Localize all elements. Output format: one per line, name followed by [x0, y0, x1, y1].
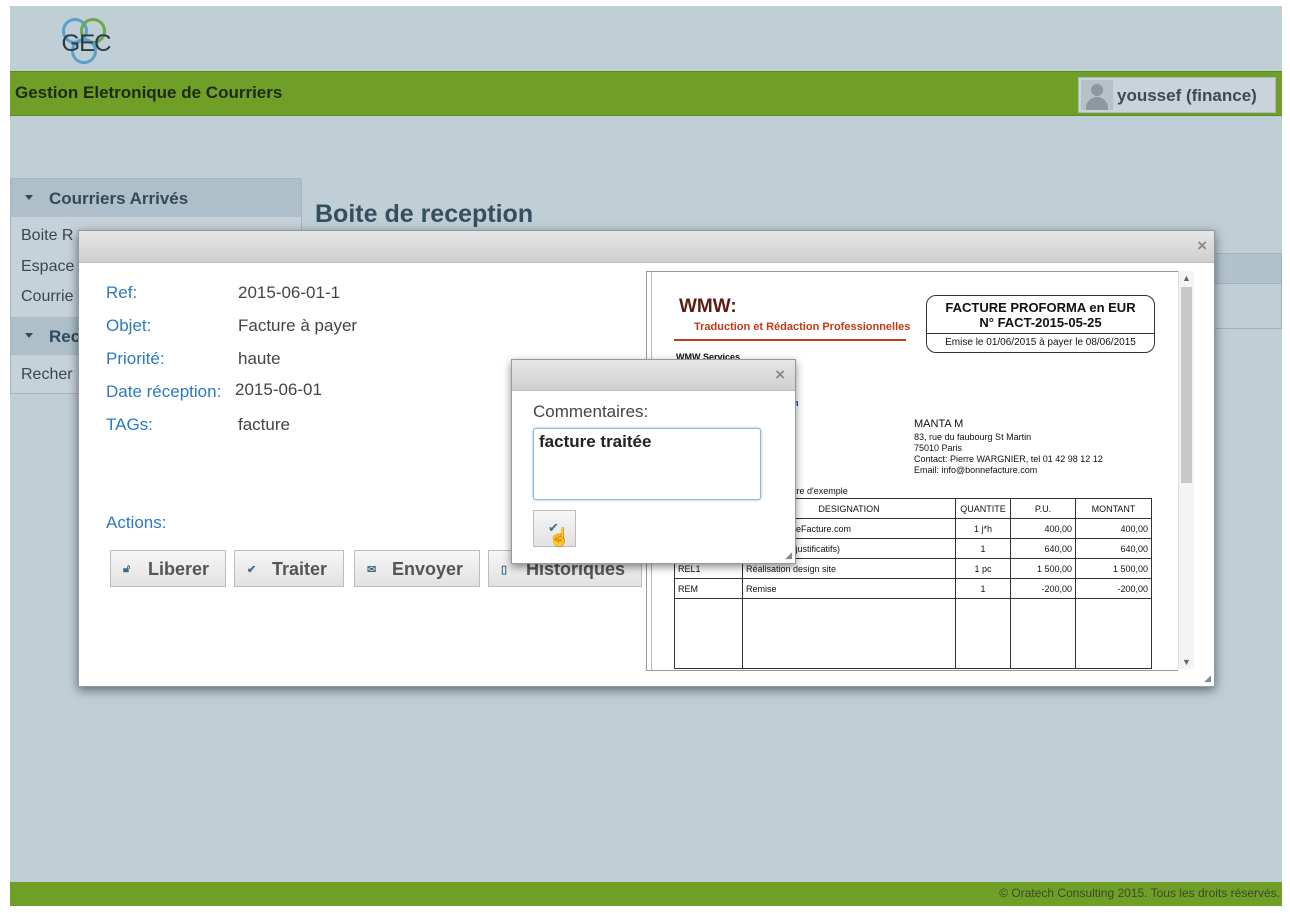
scrollbar-thumb[interactable] [1181, 287, 1192, 483]
invoice-number: N° FACT-2015-05-25 [979, 315, 1102, 330]
sidebar-item-recherche[interactable]: Recher [21, 366, 73, 384]
comment-dialog: × Commentaires: facture traitée ✔ ☝ ◢ [511, 359, 796, 564]
tags-label: TAGs: [106, 415, 153, 434]
app-title: Gestion Eletronique de Courriers [15, 83, 283, 102]
comment-textarea[interactable]: facture traitée [533, 428, 761, 500]
user-name: youssef (finance) [1117, 86, 1257, 105]
copyright-text: © Oratech Consulting 2015. Tous les droi… [999, 886, 1280, 900]
dialog-titlebar[interactable]: × [79, 231, 1214, 263]
unlock-icon: 🔓︎ [123, 563, 131, 575]
avatar [1081, 80, 1113, 110]
sidebar-item-espace[interactable]: Espace [21, 258, 74, 276]
doc-company-subtitle: Traduction et Rédaction Professionnelles [694, 321, 911, 333]
gec-logo: GEC [58, 12, 114, 68]
accordion-label: Rec [49, 327, 81, 346]
ref-value: 2015-06-01-1 [238, 283, 341, 302]
footer: © Oratech Consulting 2015. Tous les droi… [10, 882, 1282, 906]
sidebar-item-boite-reception[interactable]: Boite R [21, 227, 73, 245]
doc-company: WMW: [679, 296, 737, 317]
app-frame: GEC Gestion Eletronique de Courriers you… [10, 6, 1282, 906]
resize-handle-icon[interactable]: ◢ [1204, 673, 1211, 684]
client-line: Contact: Pierre WARGNIER, tel 01 42 98 1… [914, 454, 1103, 464]
document-scrollbar[interactable]: ▲ ▼ [1178, 271, 1194, 669]
resize-handle-icon[interactable]: ◢ [785, 550, 792, 561]
invoice-dates: Emise le 01/06/2015 à payer le 08/06/201… [945, 337, 1136, 348]
priorite-value: haute [238, 349, 281, 368]
close-icon[interactable]: × [1197, 236, 1207, 256]
date-reception-value: 2015-06-01 [235, 380, 322, 399]
accordion-courriers-arrives[interactable]: Courriers Arrivés [11, 179, 301, 217]
invoice-title-box: FACTURE PROFORMA en EUR N° FACT-2015-05-… [926, 295, 1155, 353]
ref-label: Ref: [106, 283, 138, 302]
accordion-label: Courriers Arrivés [49, 189, 189, 208]
close-icon[interactable]: × [775, 365, 785, 385]
tags-value: facture [238, 415, 290, 434]
document-icon: ▯ [501, 564, 508, 576]
actions-label: Actions: [106, 513, 167, 532]
table-row: REM Remise 1 -200,00 -200,00 [674, 578, 1152, 599]
sidebar-item-courriers[interactable]: Courrie [21, 288, 73, 306]
client-line: Email: info@bonnefacture.com [914, 465, 1038, 475]
comment-dialog-titlebar[interactable]: × [512, 360, 795, 391]
traiter-button[interactable]: ✔ Traiter [234, 550, 344, 587]
chevron-down-icon [25, 333, 33, 338]
envoyer-button[interactable]: ✉ Envoyer [354, 550, 480, 587]
doc-fragment: tre d'exemple [794, 486, 848, 496]
scroll-down-icon[interactable]: ▼ [1182, 657, 1191, 667]
top-bar: Gestion Eletronique de Courriers youssef… [10, 71, 1282, 116]
priorite-label: Priorité: [106, 349, 165, 368]
hand-cursor-icon: ☝ [548, 527, 571, 547]
logo-text: GEC [61, 30, 111, 57]
mail-icon: ✉ [367, 564, 377, 576]
client-line: 75010 Paris [914, 443, 963, 453]
objet-value: Facture à payer [238, 316, 358, 335]
scroll-up-icon[interactable]: ▲ [1182, 273, 1191, 283]
table-row [674, 598, 1152, 669]
liberer-button[interactable]: 🔓︎ Liberer [110, 550, 226, 587]
client-line: 83, rue du faubourg St Martin [914, 432, 1032, 442]
check-icon: ✔ [247, 564, 257, 576]
invoice-title: FACTURE PROFORMA en EUR [945, 300, 1136, 315]
client-name: MANTA M [914, 418, 964, 430]
commentaires-label: Commentaires: [533, 402, 649, 421]
user-menu-button[interactable]: youssef (finance) [1078, 77, 1276, 113]
objet-label: Objet: [106, 316, 152, 335]
chevron-down-icon [25, 195, 33, 200]
page-title: Boite de reception [315, 200, 534, 228]
date-reception-label: Date réception: [106, 382, 222, 401]
